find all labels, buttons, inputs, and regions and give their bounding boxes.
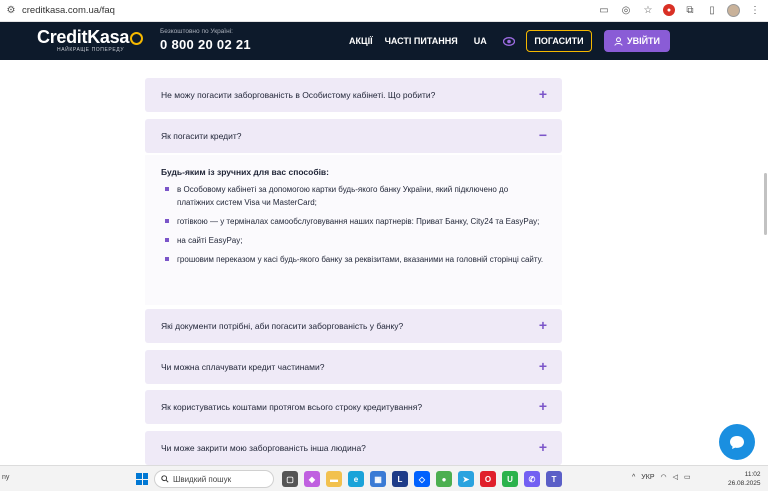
bullet-icon: [165, 219, 169, 223]
plus-icon[interactable]: +: [539, 399, 547, 413]
telegram-icon[interactable]: ➤: [458, 471, 474, 487]
phone-block: Безкоштовно по Україні: 0 800 20 02 21: [160, 28, 251, 52]
login-button[interactable]: УВІЙТИ: [604, 30, 670, 52]
edge-icon[interactable]: e: [348, 471, 364, 487]
nav-faq[interactable]: ЧАСТІ ПИТАННЯ: [385, 36, 458, 46]
user-icon: [614, 36, 623, 46]
faq-item[interactable]: Чи можна сплачувати кредит частинами? +: [145, 350, 562, 384]
menu-dots-icon[interactable]: ⋮: [748, 3, 762, 17]
chat-button[interactable]: [719, 424, 755, 460]
faq-item-expanded[interactable]: Як погасити кредит? −: [145, 119, 562, 153]
faq-question: Чи можна сплачувати кредит частинами?: [161, 362, 325, 372]
language-switch[interactable]: UA: [474, 36, 487, 46]
profile-avatar[interactable]: [727, 3, 740, 17]
store-icon[interactable]: ▦: [370, 471, 386, 487]
answer-point: готівкою — у терміналах самообслуговуван…: [165, 215, 545, 228]
answer-point: в Особовому кабінеті за допомогою картки…: [165, 183, 545, 209]
search-placeholder: Швидкий пошук: [173, 474, 232, 484]
file-explorer-icon[interactable]: ▬: [326, 471, 342, 487]
faq-item[interactable]: Чи може закрити мою заборгованість інша …: [145, 431, 562, 465]
answer-point: грошовим переказом у касі будь-якого бан…: [165, 253, 545, 266]
taskbar-search[interactable]: Швидкий пошук: [154, 470, 274, 488]
plus-icon[interactable]: +: [539, 318, 547, 332]
extension-icon[interactable]: ●: [663, 4, 675, 16]
opera-icon[interactable]: O: [480, 471, 496, 487]
answer-point: на сайті EasyPay;: [165, 234, 545, 247]
faq-item[interactable]: Як користуватись коштами протягом всього…: [145, 390, 562, 424]
extensions-puzzle-icon[interactable]: ⧉: [683, 3, 697, 17]
faq-question: Які документи потрібні, аби погасити заб…: [161, 321, 404, 331]
main-nav: АКЦІЇ ЧАСТІ ПИТАННЯ UA: [349, 36, 515, 46]
install-app-icon[interactable]: ▭: [597, 3, 611, 17]
site-settings-icon[interactable]: ⚙: [4, 4, 18, 18]
tray-chevron-icon[interactable]: ^: [632, 474, 635, 481]
accessibility-eye-icon[interactable]: [502, 36, 515, 46]
bullet-icon: [165, 238, 169, 242]
plus-icon[interactable]: +: [539, 87, 547, 101]
taskbar-clock[interactable]: 11:02 26.08.2025: [728, 470, 761, 488]
browser-address-bar: ⚙ creditkasa.com.ua/faq ▭ ◎ ☆ ● ⧉ ▯ ⋮: [0, 0, 768, 22]
chat-bubble-icon: [730, 435, 744, 449]
windows-taskbar: ny Швидкий пошук ▢ ◆ ▬ e ▦ L ◇ ● ➤ O U ✆…: [0, 465, 768, 491]
tray-language[interactable]: УКР: [641, 474, 654, 481]
minus-icon[interactable]: −: [539, 128, 547, 142]
chrome-icon[interactable]: ●: [436, 471, 452, 487]
upwork-icon[interactable]: U: [502, 471, 518, 487]
task-view-icon[interactable]: ▢: [282, 471, 298, 487]
answer-intro: Будь-яким із зручних для вас способів:: [161, 167, 329, 177]
system-tray: ^ УКР ◠ ◁ ▭: [632, 473, 691, 482]
clock-date: 26.08.2025: [728, 480, 761, 487]
bullet-icon: [165, 257, 169, 261]
pay-button[interactable]: ПОГАСИТИ: [526, 30, 592, 52]
taskbar-left-text: ny: [2, 474, 10, 481]
faq-question: Як погасити кредит?: [161, 131, 242, 141]
url-text[interactable]: creditkasa.com.ua/faq: [22, 5, 115, 16]
battery-icon[interactable]: ▭: [684, 473, 691, 481]
plus-icon[interactable]: +: [539, 440, 547, 454]
faq-question: Як користуватись коштами протягом всього…: [161, 402, 423, 412]
page-scrollbar[interactable]: [764, 173, 767, 235]
faq-question: Не можу погасити заборгованість в Особис…: [161, 90, 436, 100]
faq-answer: Будь-яким із зручних для вас способів: в…: [145, 155, 562, 305]
faq-item[interactable]: Не можу погасити заборгованість в Особис…: [145, 78, 562, 112]
bullet-icon: [165, 187, 169, 191]
bookmark-star-icon[interactable]: ☆: [641, 3, 655, 17]
copilot-icon[interactable]: ◆: [304, 471, 320, 487]
sidebar-icon[interactable]: ▯: [705, 3, 719, 17]
nav-promotions[interactable]: АКЦІЇ: [349, 36, 373, 46]
phone-caption: Безкоштовно по Україні:: [160, 28, 233, 35]
logo-mark-icon: [130, 32, 144, 45]
phone-number[interactable]: 0 800 20 02 21: [160, 37, 251, 52]
dropbox-icon[interactable]: ◇: [414, 471, 430, 487]
site-header: Credit Kasa НАЙКРАЩЕ ПОПЕРЕДУ Безкоштовно…: [0, 22, 768, 60]
taskbar-apps: ▢ ◆ ▬ e ▦ L ◇ ● ➤ O U ✆ T: [282, 471, 562, 487]
wifi-icon[interactable]: ◠: [661, 473, 667, 481]
login-label: УВІЙТИ: [626, 36, 661, 46]
plus-icon[interactable]: +: [539, 359, 547, 373]
viber-icon[interactable]: ✆: [524, 471, 540, 487]
search-icon: [161, 475, 169, 483]
l-app-icon[interactable]: L: [392, 471, 408, 487]
logo-kasa: Kasa: [87, 27, 130, 47]
windows-start-icon[interactable]: [136, 473, 148, 485]
logo-credit: Credit: [37, 27, 88, 47]
answer-list: в Особовому кабінеті за допомогою картки…: [165, 183, 545, 272]
logo[interactable]: Credit Kasa НАЙКРАЩЕ ПОПЕРЕДУ: [37, 27, 144, 53]
teams-icon[interactable]: T: [546, 471, 562, 487]
tracking-icon[interactable]: ◎: [619, 3, 633, 17]
faq-question: Чи може закрити мою заборгованість інша …: [161, 443, 366, 453]
clock-time: 11:02: [744, 471, 761, 478]
volume-icon[interactable]: ◁: [673, 473, 678, 481]
faq-item[interactable]: Які документи потрібні, аби погасити заб…: [145, 309, 562, 343]
